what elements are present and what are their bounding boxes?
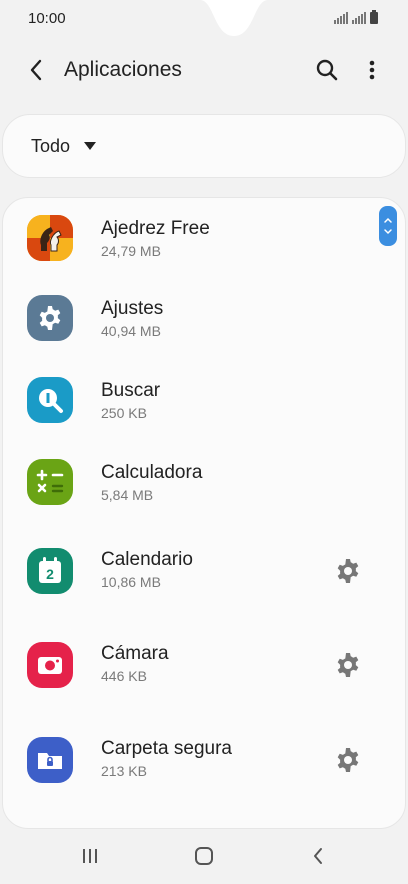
finder-search-icon — [27, 377, 73, 423]
scroll-arrows-icon — [384, 217, 392, 235]
app-row-ajustes[interactable]: Ajustes 40,94 MB — [3, 280, 405, 360]
app-size: 250 KB — [101, 405, 147, 421]
app-size: 446 KB — [101, 668, 147, 684]
filter-dropdown[interactable]: Todo — [2, 114, 406, 178]
home-button[interactable] — [188, 842, 220, 870]
app-bar: Aplicaciones — [0, 44, 408, 96]
dropdown-arrow-icon — [84, 142, 97, 150]
app-size: 213 KB — [101, 763, 147, 779]
chevron-left-icon — [30, 59, 42, 81]
app-name: Carpeta segura — [101, 738, 232, 759]
app-name: Calendario — [101, 549, 193, 570]
app-settings-button[interactable] — [333, 745, 363, 775]
search-icon — [316, 59, 338, 81]
app-size: 24,79 MB — [101, 243, 161, 259]
status-icons — [334, 10, 378, 24]
app-list: Ajedrez Free 24,79 MB Ajustes 40,94 MB B… — [2, 197, 406, 829]
more-vertical-icon — [369, 60, 375, 80]
camera-icon — [27, 642, 73, 688]
settings-gear-icon — [27, 295, 73, 341]
calendar-icon: 2 — [27, 548, 73, 594]
app-row-ajedrez-free[interactable]: Ajedrez Free 24,79 MB — [3, 198, 405, 278]
app-name: Ajedrez Free — [101, 218, 210, 239]
fast-scroll-thumb[interactable] — [379, 206, 397, 246]
page-title: Aplicaciones — [64, 58, 182, 81]
gear-icon — [337, 653, 359, 677]
calculator-icon — [27, 459, 73, 505]
recent-apps-button[interactable] — [74, 842, 106, 870]
app-row-carpeta-segura[interactable]: Carpeta segura 213 KB — [3, 723, 405, 813]
app-size: 5,84 MB — [101, 487, 154, 503]
app-settings-button[interactable] — [333, 650, 363, 680]
gear-icon — [337, 748, 359, 772]
svg-text:2: 2 — [46, 566, 54, 582]
signal-icon — [352, 12, 366, 24]
app-size: 40,94 MB — [101, 323, 161, 339]
chess-icon — [27, 215, 73, 261]
back-icon — [314, 848, 322, 864]
status-bar: 10:00 — [0, 0, 408, 36]
search-button[interactable] — [313, 56, 341, 84]
recent-apps-icon — [83, 849, 97, 863]
app-name: Buscar — [101, 380, 161, 401]
back-nav-button[interactable] — [302, 842, 334, 870]
app-size: 10,86 MB — [101, 574, 161, 590]
app-row-calculadora[interactable]: Calculadora 5,84 MB — [3, 444, 405, 524]
status-time: 10:00 — [28, 9, 66, 27]
app-name: Ajustes — [101, 298, 164, 319]
signal-icon — [334, 12, 348, 24]
home-icon — [195, 847, 213, 865]
battery-icon — [370, 10, 378, 24]
app-row-camara[interactable]: Cámara 446 KB — [3, 628, 405, 718]
app-name: Calculadora — [101, 462, 203, 483]
app-row-buscar[interactable]: Buscar 250 KB — [3, 362, 405, 442]
app-settings-button[interactable] — [333, 556, 363, 586]
more-options-button[interactable] — [358, 56, 386, 84]
filter-label: Todo — [31, 135, 71, 156]
app-name: Cámara — [101, 643, 169, 664]
navigation-bar — [0, 830, 408, 884]
secure-folder-icon — [27, 737, 73, 783]
app-row-calendario[interactable]: 2 Calendario 10,86 MB — [3, 534, 405, 624]
back-button[interactable] — [22, 56, 50, 84]
gear-icon — [337, 559, 359, 583]
